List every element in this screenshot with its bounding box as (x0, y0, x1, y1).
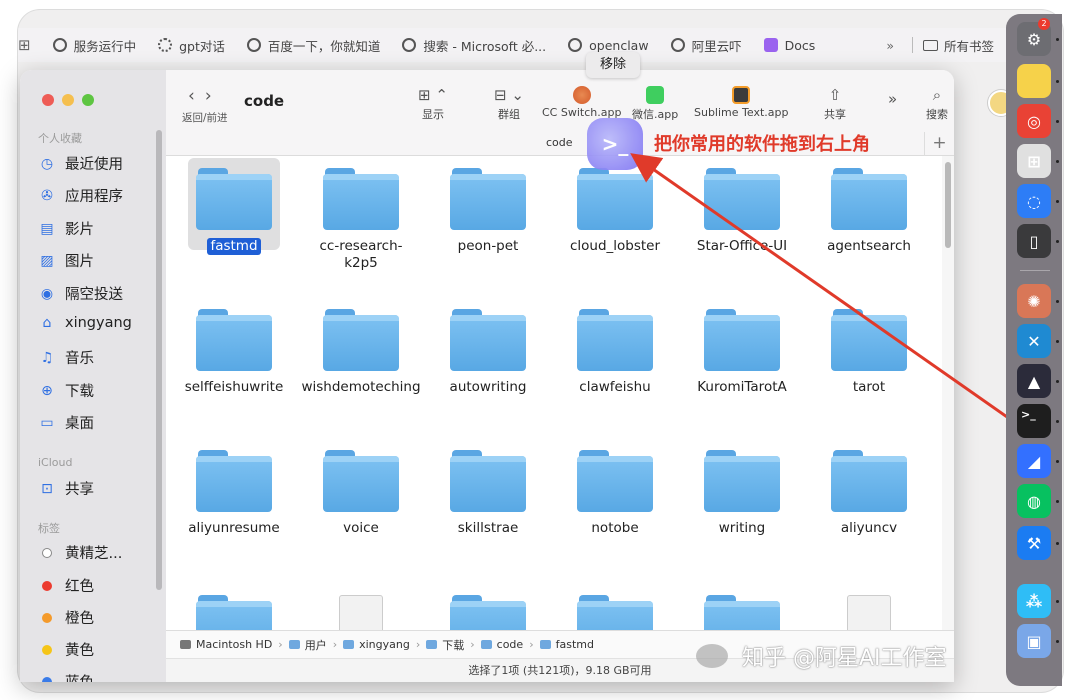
running-indicator (1056, 380, 1059, 383)
vscode-icon[interactable]: ✕ (1017, 324, 1051, 358)
chrome-icon[interactable]: ◎ (1017, 104, 1051, 138)
wechat-icon[interactable]: ◍ (1017, 484, 1051, 518)
running-indicator (1056, 460, 1059, 463)
running-indicator (1056, 500, 1059, 503)
running-indicator (1056, 38, 1059, 41)
arc-icon[interactable]: ▲ (1017, 364, 1051, 398)
preview-icon[interactable]: ▣ (1017, 624, 1051, 658)
notes-icon[interactable] (1017, 64, 1051, 98)
dock-divider (1020, 270, 1050, 271)
watermark: 知乎 @阿星AI工作室 (696, 640, 947, 672)
chat-bubble-icon[interactable]: ◌ (1017, 184, 1051, 218)
feishu-icon[interactable]: ◢ (1017, 444, 1051, 478)
running-indicator (1056, 640, 1059, 643)
running-indicator (1056, 160, 1059, 163)
running-indicator (1056, 600, 1059, 603)
annotation-arrow (630, 153, 1041, 442)
running-indicator (1056, 300, 1059, 303)
running-indicator (1056, 80, 1059, 83)
trae-icon[interactable]: ⁂ (1017, 584, 1051, 618)
running-indicator (1056, 542, 1059, 545)
running-indicator (1056, 120, 1059, 123)
claude-icon[interactable]: ✺ (1017, 284, 1051, 318)
zhihu-logo-icon (696, 644, 728, 668)
running-indicator (1056, 340, 1059, 343)
running-indicator (1056, 240, 1059, 243)
iphone-mirroring-icon[interactable]: ▯ (1017, 224, 1051, 258)
terminal-icon[interactable]: >_ (1017, 404, 1051, 438)
running-indicator (1056, 420, 1059, 423)
dock: ⚙ ◎ ⊞ ◌ ▯ ✺ ✕ ▲ >_ ◢ ◍ ⚒ ⁂ ▣ (1006, 14, 1062, 686)
notification-badge: 2 (1038, 18, 1050, 30)
launchpad-icon[interactable]: ⊞ (1017, 144, 1051, 178)
running-indicator (1056, 200, 1059, 203)
xcode-icon[interactable]: ⚒ (1017, 526, 1051, 560)
